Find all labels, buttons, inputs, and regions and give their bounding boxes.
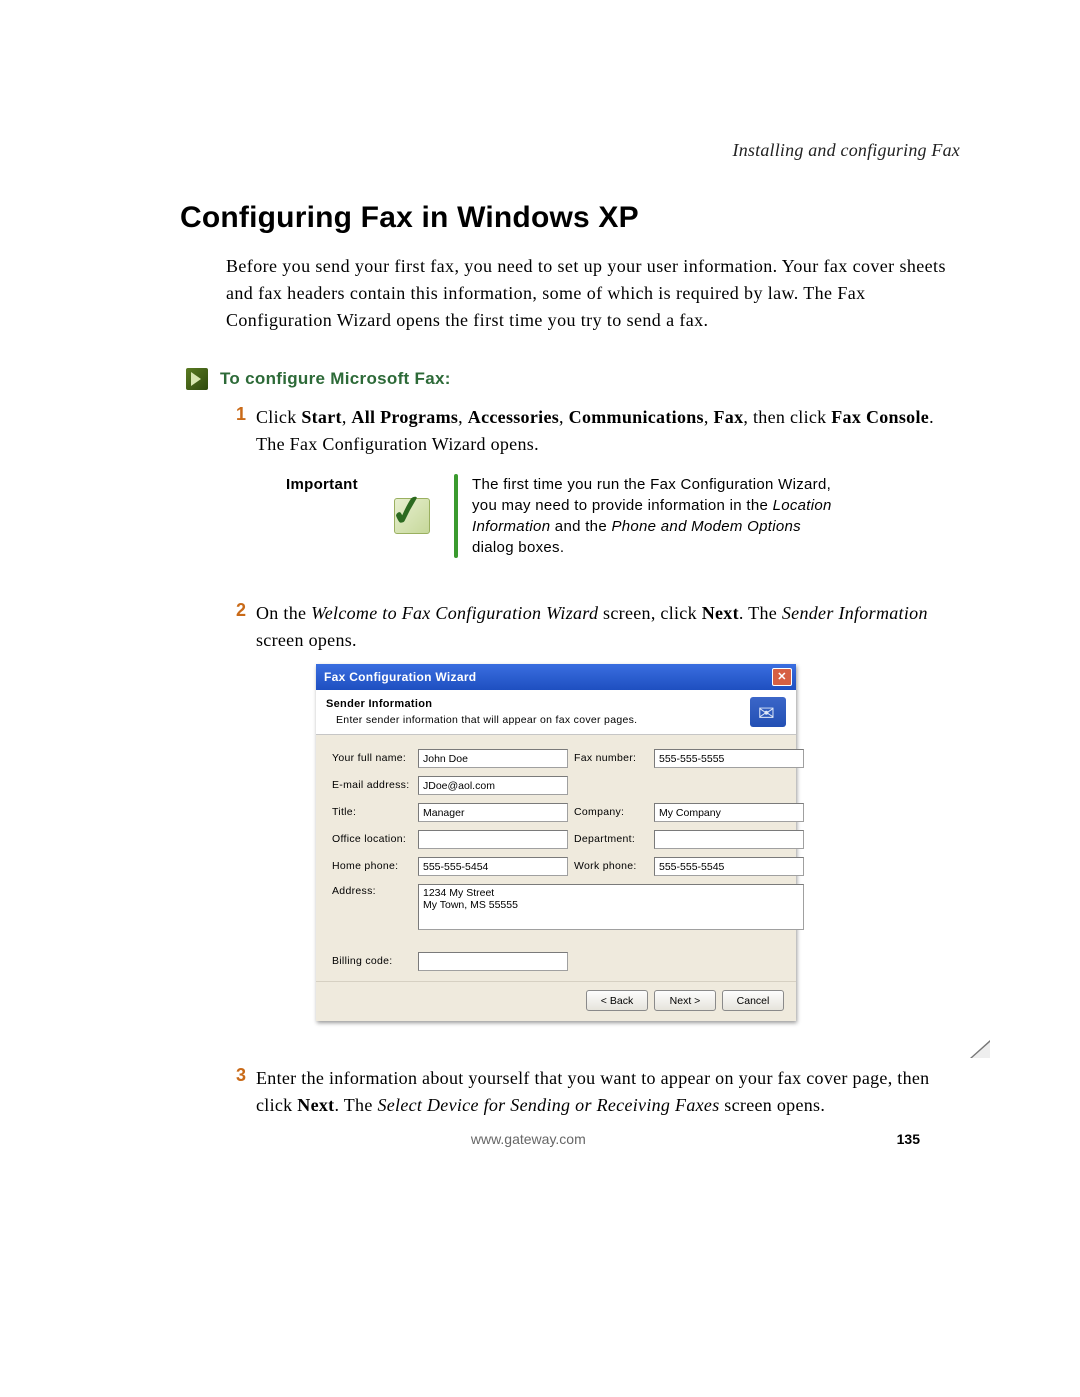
step-3: 3 Enter the information about yourself t… <box>226 1065 960 1119</box>
input-company[interactable] <box>654 803 804 822</box>
callout-icon-col: ✓ <box>390 474 440 536</box>
input-billing[interactable] <box>418 952 568 971</box>
callout-text: The first time you run the Fax Configura… <box>472 474 832 558</box>
label-work-phone: Work phone: <box>574 859 648 875</box>
next-button[interactable]: Next > <box>654 990 716 1011</box>
label-department: Department: <box>574 832 648 848</box>
input-address[interactable] <box>418 884 804 930</box>
label-home-phone: Home phone: <box>332 859 412 875</box>
wizard-header-title: Sender Information <box>326 696 637 713</box>
wizard-header: Sender Information Enter sender informat… <box>316 690 796 735</box>
footer-url: www.gateway.com <box>471 1131 586 1147</box>
wizard-titlebar: Fax Configuration Wizard ✕ <box>316 664 796 690</box>
input-office[interactable] <box>418 830 568 849</box>
important-callout: Important ✓ The first time you run the F… <box>286 474 960 558</box>
wizard-title: Fax Configuration Wizard <box>324 668 476 686</box>
step-number: 2 <box>226 600 246 1047</box>
input-title[interactable] <box>418 803 568 822</box>
page-number: 135 <box>897 1131 920 1147</box>
running-head: Installing and configuring Fax <box>180 140 960 161</box>
manual-page: Installing and configuring Fax Configuri… <box>0 0 1080 1397</box>
label-address: Address: <box>332 884 412 900</box>
checkmark-icon: ✓ <box>390 492 434 536</box>
label-billing: Billing code: <box>332 954 412 970</box>
steps-list: 1 Click Start, All Programs, Accessories… <box>226 404 960 1119</box>
label-fax-number: Fax number: <box>574 751 648 767</box>
fax-wizard-screenshot: Fax Configuration Wizard ✕ Sender Inform… <box>316 664 796 1021</box>
input-email[interactable] <box>418 776 568 795</box>
procedure-heading-label: To configure Microsoft Fax: <box>220 369 451 389</box>
wizard-body: Your full name: Fax number: E-mail addre… <box>316 735 796 981</box>
intro-paragraph: Before you send your first fax, you need… <box>226 253 960 334</box>
step-1: 1 Click Start, All Programs, Accessories… <box>226 404 960 582</box>
page-title: Configuring Fax in Windows XP <box>180 201 960 235</box>
callout-bar <box>454 474 458 558</box>
wizard-button-row: < Back Next > Cancel <box>316 981 796 1021</box>
step-2: 2 On the Welcome to Fax Configuration Wi… <box>226 600 960 1047</box>
fax-machine-icon <box>750 697 786 727</box>
label-company: Company: <box>574 805 648 821</box>
procedure-heading: To configure Microsoft Fax: <box>186 368 960 390</box>
procedure-arrow-icon <box>186 368 208 390</box>
input-home-phone[interactable] <box>418 857 568 876</box>
label-title: Title: <box>332 805 412 821</box>
dog-ear-icon <box>958 1030 990 1058</box>
wizard-header-subtitle: Enter sender information that will appea… <box>326 713 637 729</box>
label-office: Office location: <box>332 832 412 848</box>
callout-label: Important <box>286 474 376 497</box>
close-icon[interactable]: ✕ <box>772 668 792 686</box>
step-body: Click Start, All Programs, Accessories, … <box>256 404 960 582</box>
input-work-phone[interactable] <box>654 857 804 876</box>
input-full-name[interactable] <box>418 749 568 768</box>
input-department[interactable] <box>654 830 804 849</box>
input-fax-number[interactable] <box>654 749 804 768</box>
step-body: On the Welcome to Fax Configuration Wiza… <box>256 600 960 1047</box>
page-footer: www.gateway.com 135 <box>0 1131 1080 1147</box>
back-button[interactable]: < Back <box>586 990 648 1011</box>
cancel-button[interactable]: Cancel <box>722 990 784 1011</box>
label-email: E-mail address: <box>332 778 412 794</box>
step-number: 1 <box>226 404 246 582</box>
step-number: 3 <box>226 1065 246 1119</box>
label-full-name: Your full name: <box>332 751 412 767</box>
step-body: Enter the information about yourself tha… <box>256 1065 960 1119</box>
